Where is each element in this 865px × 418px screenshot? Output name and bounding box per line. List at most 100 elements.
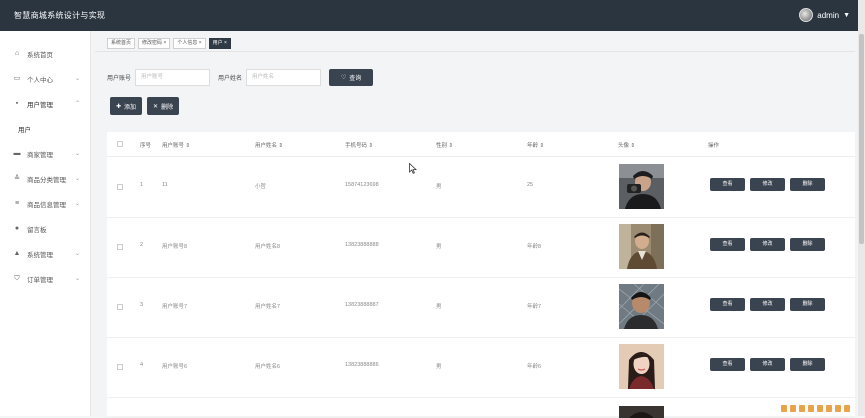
cell-gender: 男 bbox=[436, 304, 442, 310]
cell-age: 年龄7 bbox=[527, 304, 542, 310]
chevron-up-icon: ⌃ bbox=[74, 101, 80, 107]
chevron-down-icon: ⌄ bbox=[74, 76, 80, 82]
col-age[interactable]: 年龄 ⇕ bbox=[527, 141, 544, 149]
tray-icon[interactable] bbox=[817, 405, 823, 412]
sidebar-subitem-users[interactable]: 用户 bbox=[0, 116, 90, 141]
edit-button[interactable]: 修改 bbox=[750, 238, 785, 251]
name-label: 用户姓名 bbox=[218, 76, 243, 82]
tray-icon[interactable] bbox=[826, 405, 832, 412]
tab-change-password[interactable]: 修改密码 × bbox=[138, 38, 171, 49]
sidebar-item-orders[interactable]: ⛉ 订单管理 ⌄ bbox=[0, 266, 90, 291]
briefcase-icon: ▬ bbox=[13, 149, 21, 157]
view-button[interactable]: 查看 bbox=[710, 358, 745, 371]
delete-button-label: 删除 bbox=[161, 104, 174, 111]
col-photo[interactable]: 头像 ⇕ bbox=[618, 141, 635, 149]
account-label: 用户账号 bbox=[107, 76, 132, 82]
sliders-icon: ≚ bbox=[14, 174, 20, 182]
cell-no: 4 bbox=[140, 362, 144, 368]
pin-icon: ● bbox=[14, 224, 20, 232]
tray-icon[interactable] bbox=[790, 405, 796, 412]
tray-icon[interactable] bbox=[835, 405, 841, 412]
caret-down-icon: ▼ bbox=[843, 11, 850, 19]
tab-home[interactable]: 系统首页 bbox=[107, 38, 136, 49]
tray-icon[interactable] bbox=[844, 405, 850, 412]
cell-gender: 男 bbox=[436, 184, 442, 190]
col-account[interactable]: 用户账号 ⇕ bbox=[162, 141, 190, 149]
cell-account: 用户账号8 bbox=[162, 244, 188, 250]
page-scrollbar[interactable] bbox=[858, 0, 865, 416]
delete-button[interactable]: 删除 bbox=[790, 298, 825, 311]
select-all-checkbox[interactable] bbox=[117, 141, 123, 147]
sidebar-item-label: 订单管理 bbox=[27, 276, 53, 284]
grid-icon: ▪ bbox=[15, 99, 19, 107]
calendar-icon: ▭ bbox=[13, 74, 21, 82]
mouse-cursor-icon bbox=[409, 163, 417, 174]
table-row: 2 用户账号8 用户姓名8 13823888888 男 年龄8 查看 修改 删除 bbox=[107, 218, 855, 278]
view-button[interactable]: 查看 bbox=[710, 178, 745, 191]
tab-divider bbox=[95, 51, 855, 52]
cell-no: 3 bbox=[140, 302, 144, 308]
plus-icon: ✚ bbox=[116, 103, 122, 110]
table-row: 4 用户账号6 用户姓名6 13823888886 男 年龄6 查看 修改 删除 bbox=[107, 338, 855, 398]
view-button[interactable]: 查看 bbox=[710, 238, 745, 251]
account-search-input[interactable]: 用户账号 bbox=[135, 69, 211, 86]
tray-icon[interactable] bbox=[808, 405, 814, 412]
cell-no: 1 bbox=[140, 182, 144, 188]
sidebar-item-label: 系统首页 bbox=[27, 51, 53, 59]
user-avatar-photo bbox=[619, 164, 664, 209]
scrollbar-thumb[interactable] bbox=[859, 34, 864, 244]
cell-account: 用户账号6 bbox=[162, 364, 188, 370]
cell-name: 用户姓名8 bbox=[255, 244, 281, 250]
user-avatar-photo bbox=[619, 224, 664, 269]
sidebar-item-products[interactable]: ≡ 商品信息管理 ⌄ bbox=[0, 191, 90, 216]
row-checkbox[interactable] bbox=[117, 364, 123, 370]
edit-button[interactable]: 修改 bbox=[750, 298, 785, 311]
search-bar: 用户账号 用户账号 用户姓名 用户姓名 ♡ 查询 bbox=[107, 69, 374, 86]
col-gender[interactable]: 性别 ⇕ bbox=[436, 141, 453, 149]
bulk-delete-button[interactable]: ✕ 删除 bbox=[147, 97, 180, 115]
cell-account: 11 bbox=[162, 182, 168, 188]
sidebar-item-label: 用户管理 bbox=[27, 101, 53, 109]
sidebar-item-messages[interactable]: ● 留言板 bbox=[0, 216, 90, 241]
sidebar-item-label: 留言板 bbox=[27, 226, 47, 234]
row-checkbox[interactable] bbox=[117, 304, 123, 310]
table-header: 序号 用户账号 ⇕ 用户姓名 ⇕ 手机号码 ⇕ 性别 ⇕ 年龄 ⇕ 头像 ⇕ 操… bbox=[107, 132, 855, 157]
sidebar-item-label: 商家管理 bbox=[27, 151, 53, 159]
table-row: 3 用户账号7 用户姓名7 13823888887 男 年龄7 查看 修改 删除 bbox=[107, 278, 855, 338]
sidebar-item-home[interactable]: ⌂ 系统首页 bbox=[0, 41, 90, 66]
tab-users[interactable]: 用户 × bbox=[208, 38, 231, 49]
sidebar-item-categories[interactable]: ≚ 商品分类管理 ⌄ bbox=[0, 166, 90, 191]
tray-icon[interactable] bbox=[799, 405, 805, 412]
query-button[interactable]: ♡ 查询 bbox=[329, 69, 374, 86]
sidebar-item-profile[interactable]: ▭ 个人中心 ⌄ bbox=[0, 66, 90, 91]
sidebar-item-system[interactable]: ▲ 系统管理 ⌄ bbox=[0, 241, 90, 266]
list-icon: ≡ bbox=[14, 199, 20, 207]
cell-name: 用户姓名7 bbox=[255, 304, 281, 310]
col-phone[interactable]: 手机号码 ⇕ bbox=[345, 141, 373, 149]
cell-no: 2 bbox=[140, 242, 144, 248]
cell-phone: 15874123698 bbox=[345, 182, 379, 188]
user-menu[interactable]: admin ▼ bbox=[799, 8, 850, 22]
view-button[interactable]: 查看 bbox=[710, 298, 745, 311]
cell-name: 小哲 bbox=[255, 184, 267, 190]
name-search-input[interactable]: 用户姓名 bbox=[246, 69, 322, 86]
app-title: 智慧商城系统设计与实现 bbox=[14, 11, 106, 20]
tab-profile[interactable]: 个人信息 × bbox=[173, 38, 206, 49]
tab-bar: 系统首页 修改密码 × 个人信息 × 用户 × bbox=[107, 38, 231, 49]
sidebar-item-users[interactable]: ▪ 用户管理 ⌃ bbox=[0, 91, 90, 116]
row-checkbox[interactable] bbox=[117, 184, 123, 190]
edit-button[interactable]: 修改 bbox=[750, 358, 785, 371]
delete-button[interactable]: 删除 bbox=[790, 358, 825, 371]
col-name[interactable]: 用户姓名 ⇕ bbox=[255, 141, 283, 149]
query-button-label: 查询 bbox=[349, 76, 362, 82]
sidebar-item-label: 商品信息管理 bbox=[27, 201, 66, 209]
add-button[interactable]: ✚ 添加 bbox=[110, 97, 143, 115]
delete-button[interactable]: 删除 bbox=[790, 238, 825, 251]
row-checkbox[interactable] bbox=[117, 244, 123, 250]
table-row bbox=[107, 398, 855, 418]
tray-icon[interactable] bbox=[781, 405, 787, 412]
sidebar-item-merchants[interactable]: ▬ 商家管理 ⌄ bbox=[0, 141, 90, 166]
cell-age: 年龄8 bbox=[527, 244, 542, 250]
delete-button[interactable]: 删除 bbox=[790, 178, 825, 191]
edit-button[interactable]: 修改 bbox=[750, 178, 785, 191]
